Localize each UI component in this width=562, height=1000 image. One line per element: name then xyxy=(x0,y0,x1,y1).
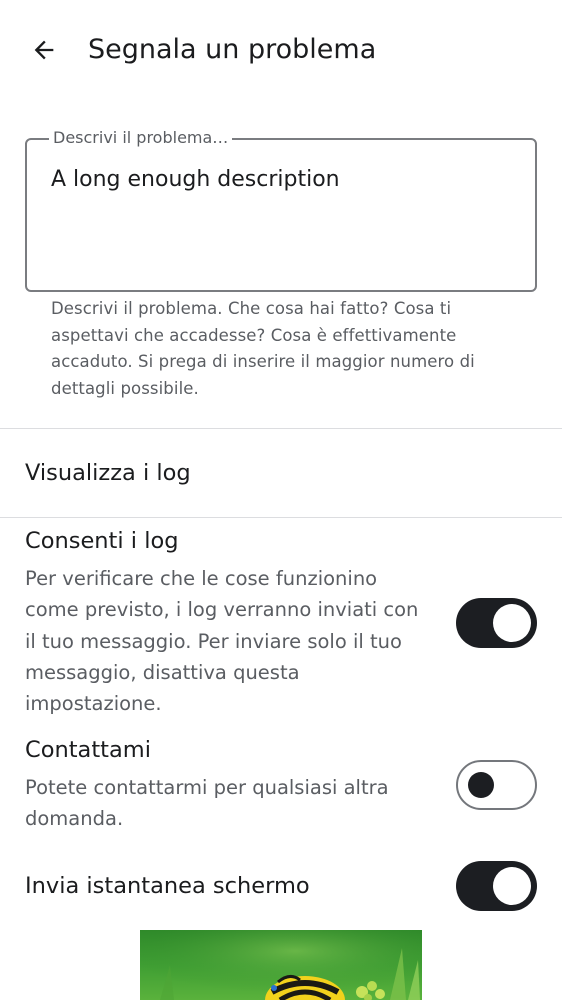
view-logs-label: Visualizza i log xyxy=(25,460,191,486)
description-field-label: Descrivi il problema… xyxy=(49,128,233,148)
arrow-left-icon xyxy=(34,40,54,60)
screenshot-preview-image[interactable] xyxy=(140,930,422,1000)
contact-me-description: Potete contattarmi per qualsiasi altra d… xyxy=(25,776,389,831)
send-screenshot-title: Invia istantanea schermo xyxy=(25,873,310,899)
description-field[interactable]: Descrivi il problema… A long enough desc… xyxy=(25,128,537,292)
allow-logs-description: Per verificare che le cose funzionino co… xyxy=(25,567,419,716)
send-screenshot-switch[interactable] xyxy=(456,861,537,911)
contact-me-title: Contattami xyxy=(25,737,151,763)
allow-logs-title: Consenti i log xyxy=(25,528,179,554)
description-helper-text: Descrivi il problema. Che cosa hai fatto… xyxy=(51,299,475,399)
top-app-bar: Segnala un problema xyxy=(0,0,562,100)
description-field-value[interactable]: A long enough description xyxy=(51,164,340,196)
contact-me-switch[interactable] xyxy=(456,760,537,810)
allow-logs-setting: Consenti i log Per verificare che le cos… xyxy=(0,525,562,725)
page-title: Segnala un problema xyxy=(88,34,377,65)
contact-me-setting: Contattami Potete contattarmi per qualsi… xyxy=(0,734,562,844)
switch-thumb xyxy=(493,867,531,905)
send-screenshot-setting: Invia istantanea schermo xyxy=(0,861,562,920)
back-button[interactable] xyxy=(22,28,66,72)
divider xyxy=(0,428,562,429)
switch-thumb xyxy=(468,772,494,798)
switch-thumb xyxy=(493,604,531,642)
view-logs-item[interactable]: Visualizza i log xyxy=(0,430,562,516)
divider xyxy=(0,517,562,518)
allow-logs-switch[interactable] xyxy=(456,598,537,648)
screenshot-thumbnail xyxy=(140,930,422,1000)
